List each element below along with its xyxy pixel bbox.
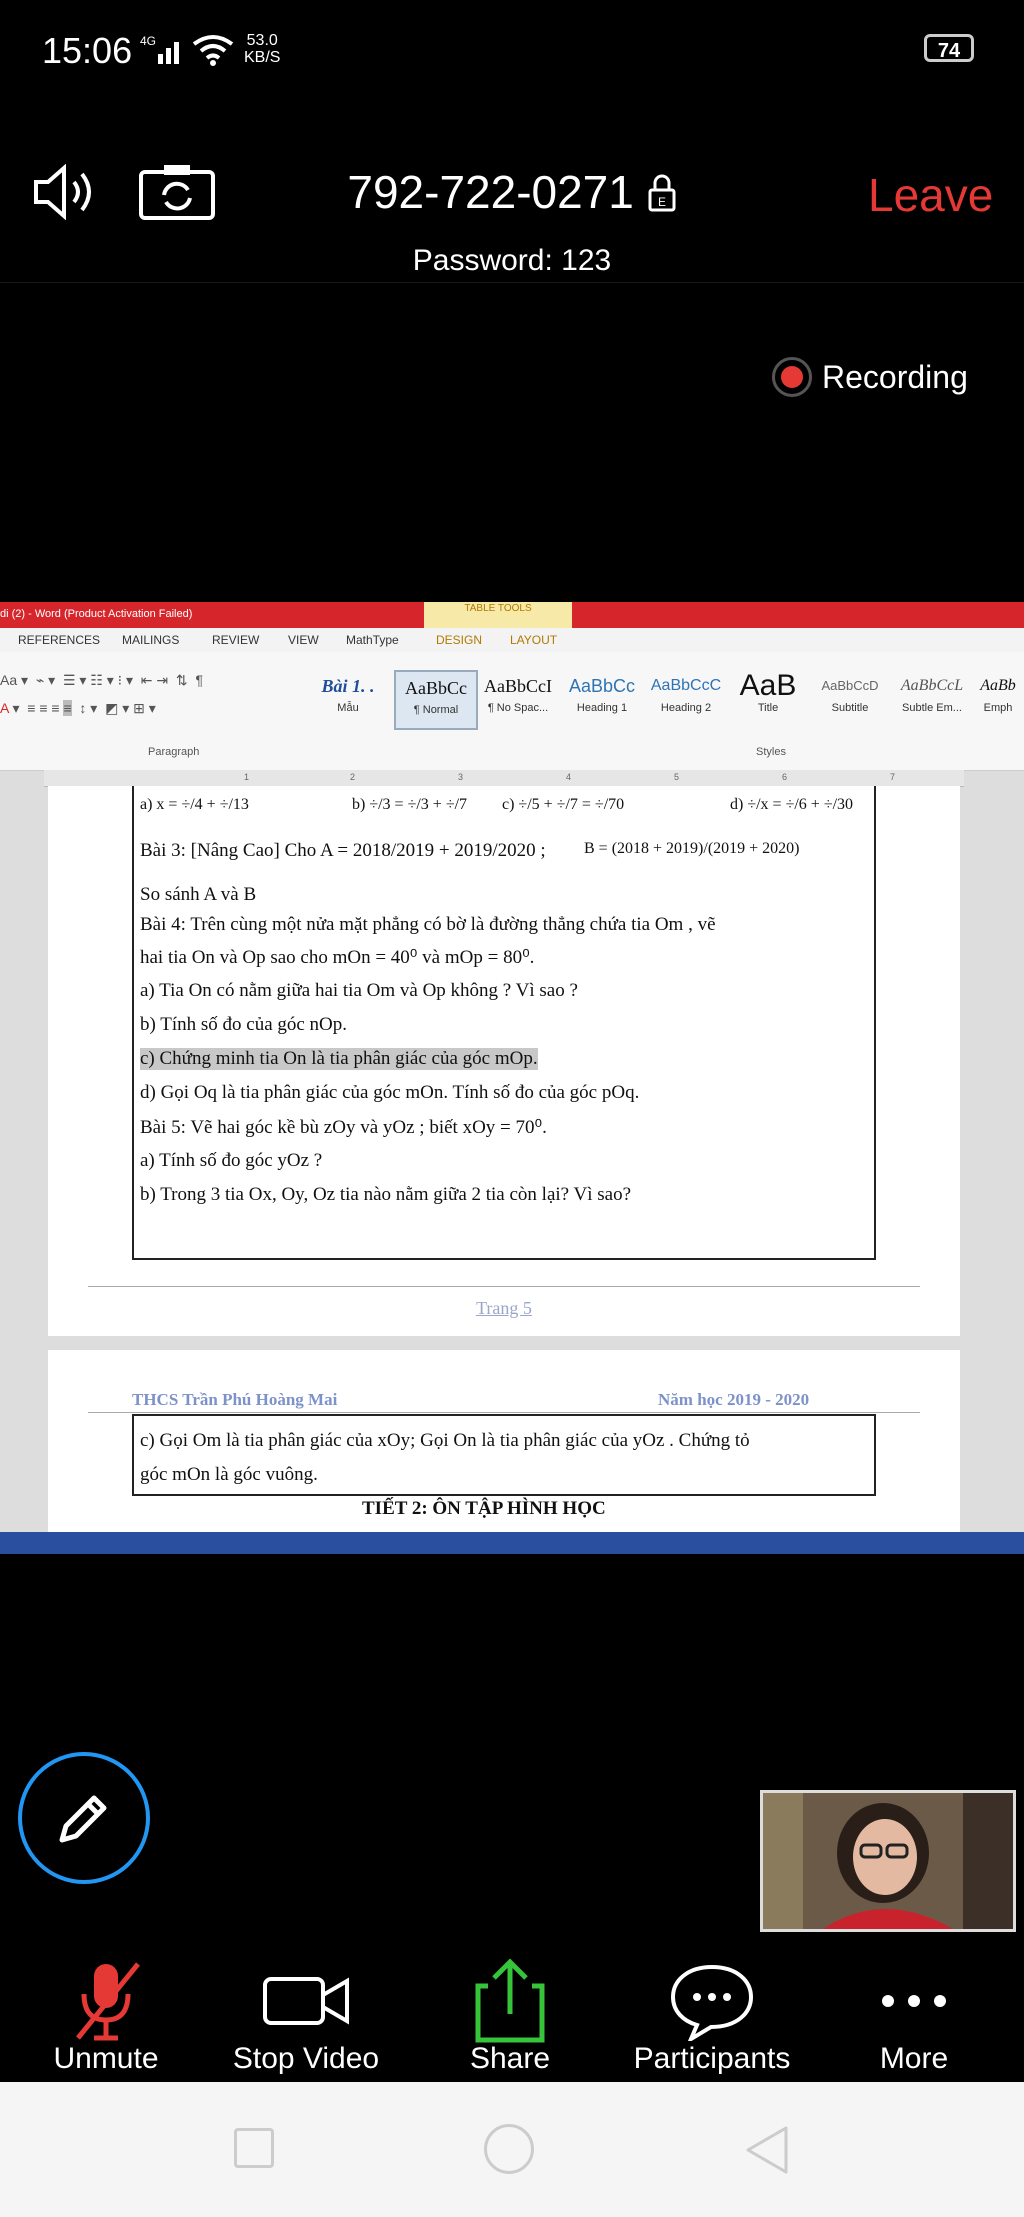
- net-speed: 53.0 KB/S: [244, 32, 281, 66]
- style-subtitle[interactable]: AaBbCcD Subtitle: [810, 670, 890, 726]
- bai5-b: b) Trong 3 tia Ox, Oy, Oz tia nào nằm gi…: [140, 1184, 632, 1205]
- style-emphasis[interactable]: AaBb Emph: [972, 670, 1024, 726]
- bai5-text: Bài 5: Vẽ hai góc kề bù zOy và yOz ; biế…: [140, 1117, 547, 1138]
- back-icon[interactable]: [742, 2124, 792, 2181]
- exercise-row-b: b) ÷/3 = ÷/3 + ÷/7: [352, 796, 468, 813]
- so-sanh-text: So sánh A và B: [140, 884, 257, 905]
- status-time: 15:06: [42, 30, 133, 71]
- style-no-spacing[interactable]: AaBbCcI ¶ No Spac...: [478, 670, 558, 726]
- share-upload-icon: [410, 1956, 610, 2046]
- tab-design[interactable]: DESIGN: [436, 633, 482, 647]
- tab-mailings[interactable]: MAILINGS: [122, 633, 179, 647]
- participant-video: [763, 1793, 1013, 1929]
- p2-line1: c) Gọi Om là tia phân giác của xOy; Gọi …: [140, 1430, 750, 1451]
- svg-text:E: E: [658, 195, 666, 209]
- muted-mic-icon: [6, 1956, 206, 2046]
- exercise-row-c: c) ÷/5 + ÷/7 = ÷/70: [502, 796, 625, 813]
- bai4-d: d) Gọi Oq là tia phân giác của góc mOn. …: [140, 1082, 640, 1103]
- style-title[interactable]: AaB Title: [728, 670, 808, 726]
- exercise-row-d: d) ÷/x = ÷/6 + ÷/30: [730, 796, 854, 813]
- recents-icon[interactable]: [234, 2128, 274, 2168]
- document-page-2[interactable]: THCS Trần Phú Hoàng Mai Năm học 2019 - 2…: [48, 1350, 960, 1554]
- more-dots-icon: [814, 1956, 1014, 2046]
- more-button[interactable]: More: [814, 1942, 1014, 2082]
- ribbon: Aa ▾ ⌁ ▾ ☰ ▾ ☷ ▾ ⁝ ▾ ⇤ ⇥ ⇅ ¶ A ▾ ≡ ≡ ≡ ≡…: [0, 652, 1024, 771]
- tab-references[interactable]: REFERENCES: [18, 633, 100, 647]
- battery-icon: 74: [924, 34, 974, 62]
- footer-separator: [88, 1286, 920, 1287]
- bai4-b: b) Tính số đo của góc nOp.: [140, 1014, 348, 1035]
- leave-button[interactable]: Leave: [868, 168, 993, 222]
- tab-view[interactable]: VIEW: [288, 633, 319, 647]
- status-bar: 15:06 4G 53.0 KB/S 74: [0, 0, 1024, 100]
- lock-icon: E: [647, 169, 677, 223]
- android-nav-bar: [0, 2082, 1024, 2217]
- style-normal[interactable]: AaBbCc ¶ Normal: [394, 670, 478, 730]
- paragraph-tools[interactable]: Aa ▾ ⌁ ▾ ☰ ▾ ☷ ▾ ⁝ ▾ ⇤ ⇥ ⇅ ¶ A ▾ ≡ ≡ ≡ ≡…: [0, 672, 300, 732]
- paragraph-group-label: Paragraph: [148, 746, 200, 758]
- bai4-c-selected[interactable]: c) Chứng minh tia On là tia phân giác củ…: [140, 1048, 538, 1070]
- table-tools-label: TABLE TOOLS: [424, 602, 572, 628]
- ribbon-tabs: REFERENCES MAILINGS REVIEW VIEW MathType…: [0, 628, 1024, 652]
- tab-layout[interactable]: LAYOUT: [510, 633, 557, 647]
- header-separator: [88, 1412, 920, 1413]
- home-icon[interactable]: [484, 2124, 534, 2174]
- share-button[interactable]: Share: [410, 1942, 610, 2082]
- bai4-text: Bài 4: Trên cùng một nửa mặt phẳng có bờ…: [140, 914, 716, 935]
- style-subtle-emphasis[interactable]: AaBbCcL Subtle Em...: [892, 670, 972, 726]
- document-page[interactable]: a) x = ÷/4 + ÷/13 b) ÷/3 = ÷/3 + ÷/7 c) …: [48, 786, 960, 1336]
- annotate-button[interactable]: [18, 1752, 150, 1884]
- shared-screen[interactable]: di (2) - Word (Product Activation Failed…: [0, 602, 1024, 1554]
- recording-indicator[interactable]: Recording: [772, 352, 968, 402]
- style-heading-1[interactable]: AaBbCc Heading 1: [562, 670, 642, 726]
- wifi-icon: [192, 34, 234, 71]
- p2-line2: góc mOn là góc vuông.: [140, 1464, 318, 1485]
- styles-group-label: Styles: [756, 746, 786, 758]
- taskbar-strip: [0, 1532, 1024, 1554]
- exercise-row-a: a) x = ÷/4 + ÷/13: [140, 796, 249, 813]
- bai3-b-text: B = (2018 + 2019)/(2019 + 2020): [584, 840, 800, 857]
- pencil-icon: [59, 1795, 107, 1843]
- meeting-toolbar: Unmute Stop Video Share Participants Mor…: [0, 1942, 1024, 2082]
- stop-video-button[interactable]: Stop Video: [206, 1942, 406, 2082]
- lesson-heading: TIẾT 2: ÔN TẬP HÌNH HỌC: [362, 1498, 606, 1519]
- meeting-password: Password: 123: [412, 244, 612, 277]
- year-header: Năm học 2019 - 2020: [658, 1390, 810, 1409]
- header-divider: [0, 282, 1024, 283]
- tab-review[interactable]: REVIEW: [212, 633, 259, 647]
- bai4-a: a) Tia On có nằm giữa hai tia Om và Op k…: [140, 980, 578, 1001]
- recording-dot-icon: [772, 357, 812, 397]
- ruler[interactable]: 1 2 3 4 5 6 7: [44, 770, 964, 787]
- participants-button[interactable]: Participants: [612, 1942, 812, 2082]
- style-heading-2[interactable]: AaBbCcC Heading 2: [646, 670, 726, 726]
- bai4-line2: hai tia On và Op sao cho mOn = 40⁰ và mO…: [140, 947, 535, 968]
- video-camera-icon: [206, 1956, 406, 2046]
- school-header: THCS Trần Phú Hoàng Mai: [132, 1390, 338, 1409]
- bai5-a: a) Tính số đo góc yOz ?: [140, 1150, 323, 1171]
- tab-mathtype[interactable]: MathType: [346, 633, 399, 647]
- chat-bubble-icon: [612, 1956, 812, 2046]
- style-mau[interactable]: Bài 1. . Mẫu: [308, 670, 388, 726]
- unmute-button[interactable]: Unmute: [6, 1942, 206, 2082]
- page-number: Trang 5: [476, 1298, 532, 1318]
- bai3-text: Bài 3: [Nâng Cao] Cho A = 2018/2019 + 20…: [140, 840, 546, 861]
- self-video-thumbnail[interactable]: [760, 1790, 1016, 1932]
- recording-label: Recording: [822, 358, 968, 395]
